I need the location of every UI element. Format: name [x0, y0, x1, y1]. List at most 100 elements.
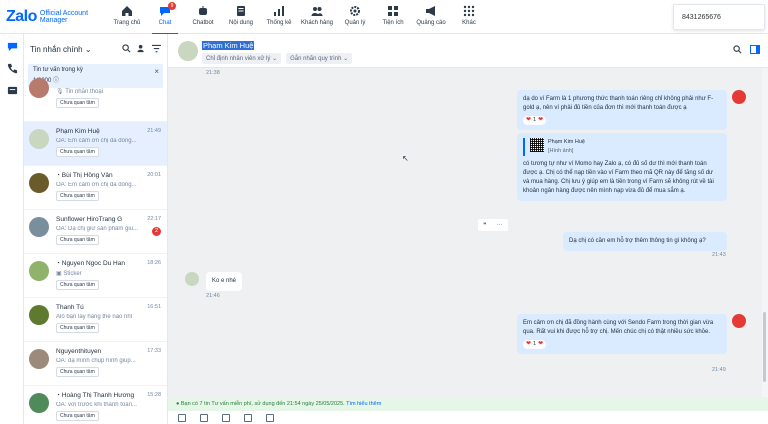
phone-icon — [7, 63, 18, 76]
list-item[interactable]: ◔ Hoàng Thị Thanh Hương 15:28 OA: với tr… — [24, 386, 167, 424]
contact-name[interactable]: Phạm Kim Huệ — [202, 41, 255, 50]
rail-chat-button[interactable] — [0, 38, 24, 56]
status-badge: Chưa quan tâm — [56, 411, 99, 421]
conv-name: ◔ Nguyen Ngoc Du Han — [56, 260, 125, 267]
heart-icon: ❤ — [526, 117, 532, 123]
mic-icon: 🎙 — [56, 89, 64, 95]
nav-stats[interactable]: Thống kê — [260, 4, 298, 32]
help-icon: ⓘ — [53, 78, 60, 84]
chart-icon — [272, 4, 286, 18]
status-badge: Chưa quan tâm — [56, 191, 99, 201]
list-item[interactable]: Thanh Tú 16:51 Alô bạn lấy hàng thế nào … — [24, 298, 167, 342]
avatar — [29, 349, 49, 369]
filter-icon[interactable] — [152, 44, 161, 55]
zalo-user-icon: ◔ — [56, 392, 60, 399]
template-icon[interactable] — [178, 414, 186, 422]
nav-chat[interactable]: 9 Chat — [146, 2, 184, 35]
outgoing-message[interactable]: Em cảm ơn chị đã đồng hành cùng với Send… — [517, 314, 727, 354]
rail-message-button[interactable] — [0, 82, 24, 100]
assign-staff-dropdown[interactable]: Chỉ định nhân viên xử lý ⌄ — [202, 53, 282, 64]
nav-chatbot[interactable]: Chatbot — [184, 4, 222, 32]
quote-icon: ❞ — [483, 222, 487, 229]
close-icon[interactable]: × — [154, 67, 159, 76]
panel-toggle-icon[interactable] — [750, 45, 760, 56]
list-item[interactable]: Sunflower HiroTrang G 22:17 OA: Dạ chị g… — [24, 210, 167, 254]
unread-badge: 2 — [152, 227, 161, 236]
brand-subtitle: Official Account Manager — [39, 10, 89, 24]
header-tools — [733, 45, 760, 56]
bot-icon — [196, 4, 210, 18]
outgoing-message[interactable]: Phạm Kim Huệ [Hình ảnh] có tương tự như … — [517, 133, 727, 201]
phone-popup[interactable]: 8431265676 — [673, 4, 765, 30]
document-icon — [234, 4, 248, 18]
brand-logo[interactable]: Zalo Official Account Manager — [6, 5, 88, 29]
nav-ads[interactable]: Quảng cáo — [412, 4, 450, 32]
edit-icon[interactable] — [266, 414, 274, 422]
conv-time: 18:26 — [147, 260, 161, 266]
status-badge: Chưa quan tâm — [56, 367, 99, 377]
incoming-message[interactable]: Ko e nhé — [206, 272, 243, 291]
nav-more[interactable]: Khác — [450, 4, 488, 32]
info-icon: ● — [176, 401, 180, 407]
nav-content[interactable]: Nội dung — [222, 4, 260, 32]
conv-preview: Alô bạn lấy hàng thế nào nhỉ — [56, 314, 133, 320]
chevron-down-icon: ⌄ — [343, 56, 349, 62]
outgoing-message[interactable]: dạ do ví Farm là 1 phương thức thanh toá… — [517, 90, 727, 130]
message-icon — [7, 85, 18, 98]
conv-time: 17:33 — [147, 348, 161, 354]
conv-preview: OA: Em cảm ơn chị đã đồng... — [56, 182, 137, 188]
gear-icon — [348, 4, 362, 18]
left-rail — [0, 34, 24, 424]
sticker-icon: ▣ — [56, 271, 62, 277]
conv-name: Thanh Tú — [56, 304, 84, 311]
add-user-icon[interactable] — [137, 44, 146, 55]
conversation-list: Tin nhắn chính ⌄ Tin tư vấn trong kỳ 1/9… — [24, 34, 168, 424]
heart-icon: ❤ — [538, 117, 544, 123]
conv-preview: 🎙 Tin nhắn thoại — [56, 89, 103, 95]
process-label-dropdown[interactable]: Gắn nhãn quy trình ⌄ — [286, 53, 353, 64]
reaction-badge[interactable]: ❤ 1 ❤ — [523, 116, 547, 125]
quote-text: [Hình ảnh] — [548, 148, 574, 154]
users-icon — [310, 4, 324, 18]
conv-name: ◔ Bùi Thị Hồng Vân — [56, 172, 113, 179]
avatar — [29, 393, 49, 413]
conv-preview: OA: dạ mình chụp hình giúp... — [56, 358, 136, 364]
avatar — [29, 305, 49, 325]
learn-more-link[interactable]: Tìm hiểu thêm — [346, 401, 381, 407]
search-icon[interactable] — [122, 43, 131, 55]
reaction-badge[interactable]: ❤ 1 ❤ — [523, 340, 547, 349]
list-item[interactable]: 🎙 Tin nhắn thoại Chưa quan tâm — [24, 78, 167, 122]
card-icon[interactable] — [244, 414, 252, 422]
quote-author: Phạm Kim Huệ — [548, 139, 585, 145]
list-item[interactable]: Nguyenthituyen 17:33 OA: dạ mình chụp hì… — [24, 342, 167, 386]
outgoing-message[interactable]: Dạ chị có cần em hỗ trợ thêm thông tin g… — [563, 232, 727, 251]
home-icon — [120, 4, 134, 18]
conv-time: 20:01 — [147, 172, 161, 178]
avatar — [29, 129, 49, 149]
chat-body: 21:38 dạ do ví Farm là 1 phương thức tha… — [168, 68, 762, 397]
quoted-message[interactable]: Phạm Kim Huệ [Hình ảnh] — [523, 138, 721, 156]
scrollbar-thumb[interactable] — [763, 312, 766, 382]
rail-call-button[interactable] — [0, 60, 24, 78]
message-actions[interactable]: ❞ ··· — [478, 219, 508, 231]
conv-time: 16:51 — [147, 304, 161, 310]
contact-avatar[interactable] — [178, 41, 198, 61]
qr-thumbnail — [530, 138, 544, 152]
nav-customers[interactable]: Khách hàng — [298, 4, 336, 32]
inbox-filter[interactable]: Tin nhắn chính ⌄ — [30, 45, 92, 54]
nav-home[interactable]: Trang chủ — [108, 4, 146, 32]
list-item[interactable]: ◔ Nguyen Ngoc Du Han 18:26 ▣ Sticker Chư… — [24, 254, 167, 298]
heart-icon: ❤ — [526, 341, 532, 347]
conv-preview: OA: với trước khi thanh toán... — [56, 402, 137, 408]
nav-utilities[interactable]: Tiện ích — [374, 4, 412, 32]
nav-manage[interactable]: Quản lý — [336, 4, 374, 32]
top-bar: Zalo Official Account Manager Trang chủ 9… — [0, 0, 768, 35]
image-icon[interactable] — [200, 414, 208, 422]
grid-icon — [462, 4, 476, 18]
search-icon[interactable] — [733, 45, 742, 56]
avatar — [29, 261, 49, 281]
conv-name: ◔ Hoàng Thị Thanh Hương — [56, 392, 135, 399]
list-item[interactable]: Phạm Kim Huệ 21:49 OA: Em cảm ơn chị đã … — [24, 122, 167, 166]
attach-icon[interactable] — [222, 414, 230, 422]
list-item[interactable]: ◔ Bùi Thị Hồng Vân 20:01 OA: Em cảm ơn c… — [24, 166, 167, 210]
